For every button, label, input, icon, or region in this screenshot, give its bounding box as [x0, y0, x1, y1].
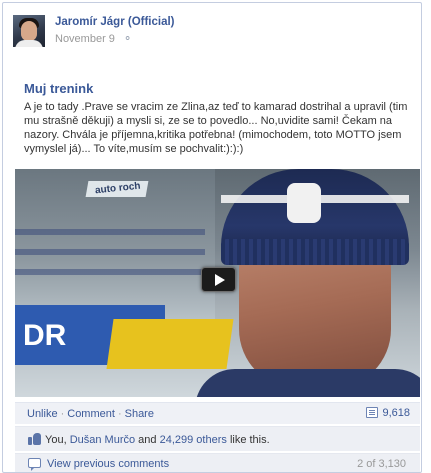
post-card: Jaromír Jágr (Official) November 9 ⚬ Muj…	[2, 2, 422, 473]
comment-icon	[28, 458, 41, 471]
avatar-shirt	[15, 40, 43, 47]
action-links: Unlike · Comment · Share	[27, 408, 154, 420]
shares-icon	[366, 407, 379, 418]
video-player[interactable]: auto roch DR	[15, 169, 420, 397]
view-previous: View previous comments	[28, 458, 169, 471]
post-header: Jaromír Jágr (Official) November 9 ⚬	[13, 15, 413, 59]
video-title[interactable]: Muj trenink	[24, 81, 93, 96]
likes-suffix: like this.	[229, 434, 270, 446]
likes-summary: You, Dušan Murčo and 24,299 others like …	[15, 426, 420, 451]
play-button[interactable]	[201, 267, 236, 292]
separator: ·	[117, 408, 122, 420]
seat-row	[15, 249, 205, 255]
likes-and: and	[138, 434, 157, 446]
unlike-link[interactable]: Unlike	[27, 408, 58, 420]
view-previous-comments-link[interactable]: View previous comments	[47, 458, 169, 470]
likes-you: You,	[45, 434, 67, 446]
liker-link[interactable]: Dušan Murčo	[70, 434, 135, 446]
likes-others-link[interactable]: 24,299 others	[160, 434, 227, 446]
separator: ·	[60, 408, 65, 420]
comments-bar: View previous comments 2 of 3,130	[15, 453, 420, 472]
author-name[interactable]: Jaromír Jágr (Official)	[55, 16, 175, 28]
seat-row	[15, 269, 205, 275]
hat-band	[221, 239, 409, 265]
author-avatar[interactable]	[13, 15, 45, 47]
thumbs-up-icon	[28, 433, 41, 445]
comment-link[interactable]: Comment	[67, 408, 115, 420]
share-count[interactable]: 9,618	[366, 407, 410, 419]
post-meta: November 9 ⚬	[55, 32, 132, 45]
ad-board-yellow	[106, 319, 234, 369]
likes-text: You, Dušan Murčo and 24,299 others like …	[28, 433, 270, 446]
hat-logo	[287, 183, 321, 223]
comment-count: 2 of 3,130	[357, 458, 406, 470]
post-text: A je to tady .Prave se vracim ze Zlina,a…	[24, 101, 408, 155]
seat-row	[15, 229, 205, 235]
avatar-face	[21, 21, 37, 41]
player-shoulder	[195, 369, 420, 397]
ad-board-text: DR	[23, 319, 67, 352]
share-link[interactable]: Share	[125, 408, 154, 420]
globe-icon[interactable]: ⚬	[123, 32, 132, 45]
share-count-value: 9,618	[382, 407, 410, 419]
action-bar: Unlike · Comment · Share 9,618	[15, 402, 420, 424]
play-icon	[215, 274, 225, 286]
post-date[interactable]: November 9	[55, 33, 115, 45]
